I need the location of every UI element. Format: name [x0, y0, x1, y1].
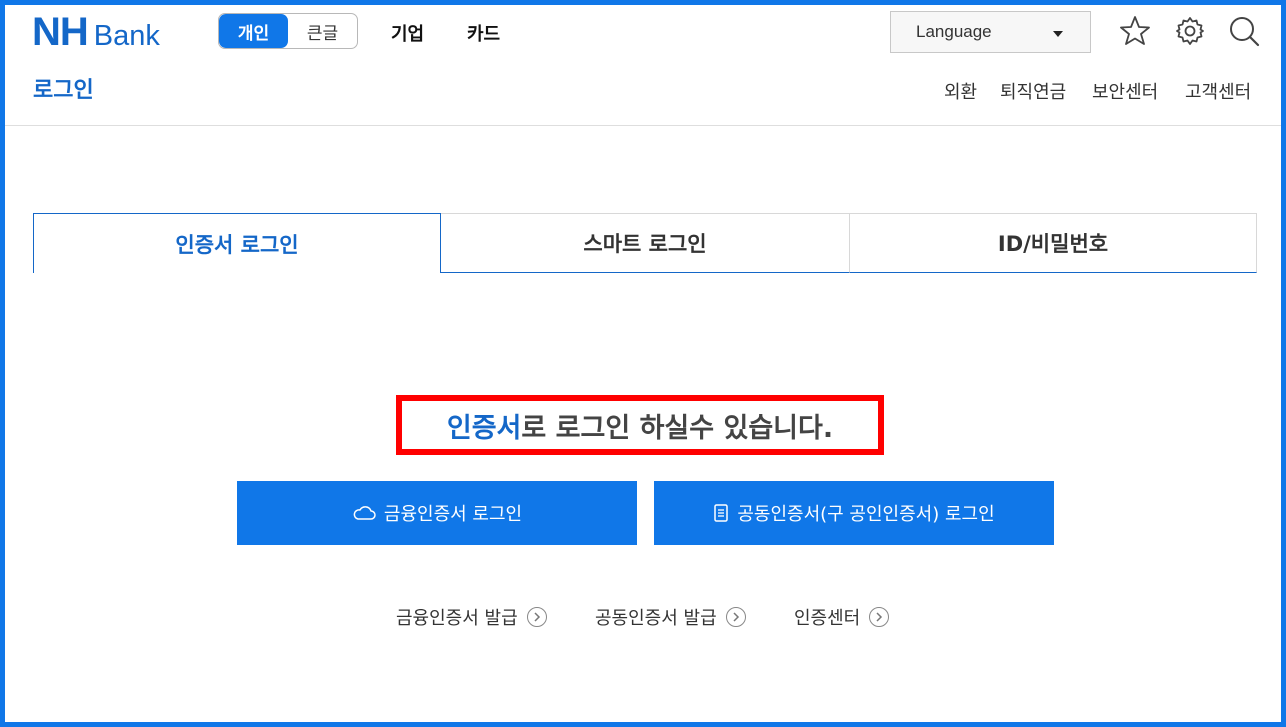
star-icon[interactable] — [1118, 14, 1152, 48]
document-icon — [714, 504, 729, 522]
search-icon[interactable] — [1227, 14, 1261, 48]
message-highlight-box: 인증서로 로그인 하실수 있습니다. — [396, 395, 884, 455]
joint-certificate-login-button[interactable]: 공동인증서(구 공인인증서) 로그인 — [654, 481, 1054, 545]
financial-certificate-issue-label: 금융인증서 발급 — [396, 608, 518, 629]
language-select[interactable]: Language — [890, 11, 1091, 53]
financial-certificate-login-label: 금융인증서 로그인 — [383, 504, 523, 525]
page-title: 로그인 — [33, 78, 94, 103]
logo-nh: NH — [32, 10, 89, 54]
message-highlight: 인증서 — [446, 412, 522, 444]
caret-down-icon — [1053, 31, 1063, 37]
logo-bank: Bank — [93, 20, 160, 52]
certification-center-link[interactable]: 인증센터 — [794, 604, 890, 630]
sub-menu-foreign-exchange[interactable]: 외환 — [944, 78, 977, 104]
joint-certificate-issue-label: 공동인증서 발급 — [595, 608, 717, 629]
language-label: Language — [916, 22, 992, 41]
segment-personal[interactable]: 개인 — [219, 14, 288, 48]
tab-id-password[interactable]: ID/비밀번호 — [849, 213, 1257, 273]
gear-icon[interactable] — [1173, 14, 1207, 48]
joint-certificate-issue-link[interactable]: 공동인증서 발급 — [595, 604, 746, 630]
top-menu-business[interactable]: 기업 — [391, 20, 424, 46]
login-message: 인증서로 로그인 하실수 있습니다. — [447, 406, 833, 445]
financial-certificate-issue-link[interactable]: 금융인증서 발급 — [396, 604, 547, 630]
joint-certificate-login-label: 공동인증서(구 공인인증서) 로그인 — [737, 504, 995, 525]
nh-bank-logo[interactable]: NH Bank — [32, 12, 160, 56]
top-menu-card[interactable]: 카드 — [467, 20, 500, 46]
tab-smart-login[interactable]: 스마트 로그인 — [441, 213, 849, 273]
message-rest: 로 로그인 하실수 있습니다. — [521, 412, 834, 444]
segment-large-text[interactable]: 큰글 — [288, 14, 357, 48]
sub-menu-retirement-pension[interactable]: 퇴직연금 — [1000, 78, 1066, 104]
tab-certificate-login[interactable]: 인증서 로그인 — [33, 213, 441, 273]
chevron-right-circle-icon — [869, 607, 890, 627]
financial-certificate-login-button[interactable]: 금융인증서 로그인 — [237, 481, 637, 545]
sub-menu-customer-center[interactable]: 고객센터 — [1185, 78, 1251, 104]
chevron-right-circle-icon — [526, 607, 547, 627]
login-tabs: 인증서 로그인 스마트 로그인 ID/비밀번호 — [33, 213, 1257, 273]
header-divider — [5, 125, 1281, 126]
cloud-icon — [353, 506, 376, 520]
sub-menu-security-center[interactable]: 보안센터 — [1092, 78, 1158, 104]
chevron-right-circle-icon — [725, 607, 746, 627]
view-mode-toggle: 개인 큰글 — [218, 13, 358, 49]
certification-center-label: 인증센터 — [794, 608, 861, 629]
